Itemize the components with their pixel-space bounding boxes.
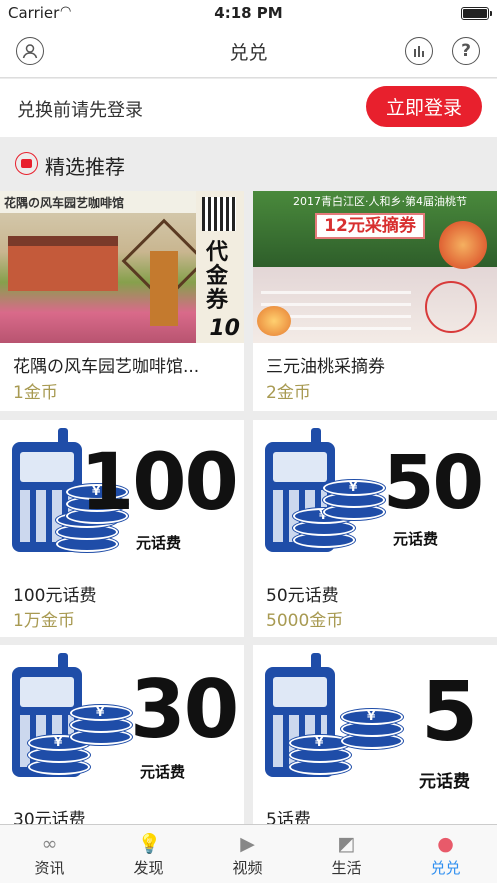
topup-label: 元话费 xyxy=(136,534,182,552)
voucher-stamp: 12元采摘券 xyxy=(315,213,425,239)
item-card[interactable]: 30 元话费 30元话费 xyxy=(0,645,244,824)
topup-label: 元话费 xyxy=(140,763,186,781)
topup-image: 5 元话费 xyxy=(253,645,497,795)
help-icon[interactable]: ? xyxy=(452,37,480,65)
tab-discover[interactable]: 💡 发现 xyxy=(99,825,198,883)
peach-graphic xyxy=(257,306,291,336)
section-title: 精选推荐 xyxy=(45,155,125,179)
item-name: 花隅の风车园艺咖啡馆... xyxy=(13,357,200,377)
coin-graphic xyxy=(323,480,385,496)
piggy-icon: ● xyxy=(437,833,454,855)
item-card[interactable]: 5 元话费 5话费 xyxy=(253,645,497,824)
voucher-side: 代金券 10 xyxy=(196,191,244,343)
tab-life[interactable]: ◩ 生活 xyxy=(297,825,396,883)
tab-bar: ∞ 资讯 💡 发现 ▶ 视频 ◩ 生活 ● 兑兑 xyxy=(0,824,497,883)
item-price: 5000金币 xyxy=(266,611,344,631)
topup-image: 50 元话费 xyxy=(253,420,497,570)
topup-amount: 100 xyxy=(80,438,239,528)
chart-icon[interactable] xyxy=(405,37,433,65)
login-hint: 兑换前请先登录 xyxy=(17,100,143,121)
item-card[interactable]: 50 元话费 50元话费 5000金币 xyxy=(253,420,497,637)
recommend-icon xyxy=(15,152,38,175)
seal-graphic xyxy=(425,281,477,333)
coin-graphic xyxy=(341,709,403,725)
voucher-value: 10 xyxy=(209,316,240,341)
coin-graphic xyxy=(70,705,132,721)
battery-icon xyxy=(461,7,492,20)
item-name: 三元油桃采摘券 xyxy=(266,357,385,377)
house-graphic xyxy=(8,236,118,291)
windmill-graphic xyxy=(150,251,178,326)
topup-amount: 5 xyxy=(421,665,478,760)
voucher-top-text: 2017青白江区·人和乡·第4届油桃节 xyxy=(293,195,467,208)
tab-duidui[interactable]: ● 兑兑 xyxy=(396,825,495,883)
item-card[interactable]: 100 元话费 100元话费 1万金币 xyxy=(0,420,244,637)
topup-amount: 50 xyxy=(383,440,484,526)
tab-label: 资讯 xyxy=(34,859,65,877)
voucher-label: 代金券 xyxy=(206,240,229,313)
tab-video[interactable]: ▶ 视频 xyxy=(198,825,297,883)
login-prompt: 兑换前请先登录 立即登录 xyxy=(0,79,497,137)
tab-label: 生活 xyxy=(331,859,362,877)
item-price: 1万金币 xyxy=(13,611,75,631)
qr-code xyxy=(202,197,236,231)
tab-news[interactable]: ∞ 资讯 xyxy=(0,825,99,883)
tab-label: 发现 xyxy=(133,859,164,877)
item-name: 5话费 xyxy=(266,810,311,824)
topup-image: 30 元话费 xyxy=(0,645,244,795)
login-button[interactable]: 立即登录 xyxy=(366,86,482,127)
item-name: 30元话费 xyxy=(13,810,86,824)
voucher-image: 2017青白江区·人和乡·第4届油桃节 12元采摘券 xyxy=(253,191,497,343)
voucher-image: 花隅の风车园艺咖啡馆 代金券 10 xyxy=(0,191,244,343)
topup-amount: 30 xyxy=(130,663,239,756)
clock: 4:18 PM xyxy=(214,4,283,22)
item-price: 2金币 xyxy=(266,383,311,403)
item-price: 1金币 xyxy=(13,383,58,403)
topup-label: 元话费 xyxy=(393,530,439,548)
nav-bar: 兑兑 ? xyxy=(0,26,497,78)
video-icon: ▶ xyxy=(240,833,255,855)
bulb-icon: 💡 xyxy=(137,833,162,855)
item-card[interactable]: 2017青白江区·人和乡·第4届油桃节 12元采摘券 三元油桃采摘券 2金币 xyxy=(253,191,497,411)
topup-label: 元话费 xyxy=(419,772,470,792)
fruit-graphic xyxy=(439,221,487,269)
item-name: 100元话费 xyxy=(13,586,97,606)
item-card[interactable]: 花隅の风车园艺咖啡馆 代金券 10 花隅の风车园艺咖啡馆... 1金币 xyxy=(0,191,244,411)
item-name: 50元话费 xyxy=(266,586,339,606)
tab-label: 兑兑 xyxy=(430,859,461,877)
voucher-banner: 花隅の风车园艺咖啡馆 xyxy=(0,191,205,213)
news-icon: ∞ xyxy=(41,833,58,855)
status-bar: Carrier ◠ 4:18 PM xyxy=(0,0,497,26)
tab-label: 视频 xyxy=(232,859,263,877)
section-header: 精选推荐 xyxy=(0,138,497,190)
topup-image: 100 元话费 xyxy=(0,420,244,570)
life-icon: ◩ xyxy=(337,833,356,855)
